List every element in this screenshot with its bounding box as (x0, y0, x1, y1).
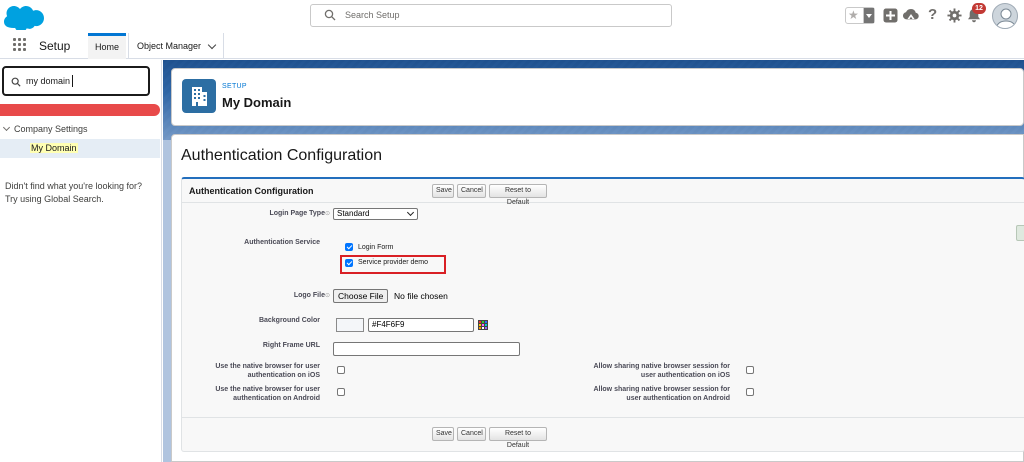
help-icon[interactable]: ⊙ (325, 211, 330, 217)
section-title: Authentication Configuration (181, 147, 383, 164)
redacted-bar (0, 104, 160, 116)
tree-node-label: My Domain (30, 143, 78, 153)
native-browser-ios-label-line-1: Use the native browser for user (215, 363, 320, 370)
setup-gear-icon[interactable] (947, 8, 962, 23)
share-session-android-label: Allow sharing native browser session for… (567, 385, 730, 403)
tab-object-manager-label: Object Manager (137, 41, 202, 51)
app-launcher-icon[interactable] (13, 38, 27, 52)
share-session-ios-checkbox[interactable] (746, 366, 754, 374)
tree-node-company-settings[interactable]: Company Settings (0, 122, 160, 138)
share-session-android-label-line-2: user authentication on Android (626, 395, 730, 402)
share-session-ios-label-line-2: user authentication on iOS (640, 372, 730, 379)
choose-file-button[interactable]: Choose File (333, 289, 389, 303)
right-frame-url-input[interactable] (333, 342, 520, 356)
avatar[interactable] (992, 3, 1018, 29)
native-browser-android-label-line-1: Use the native browser for user (215, 386, 320, 393)
auth-service-label: Authentication Service (244, 239, 320, 246)
help-icon[interactable]: ⊙ (325, 293, 330, 299)
page-title: My Domain (222, 95, 292, 110)
auth-config-block: Authentication Configuration Save Cancel… (181, 177, 1024, 452)
reset-to-default-button[interactable]: Reset to Default (489, 184, 547, 206)
not-found-hint: Didn't find what you're looking for? Try… (5, 180, 155, 206)
native-browser-ios-label: Use the native browser for user authenti… (192, 362, 320, 380)
not-found-line-1: Didn't find what you're looking for? (5, 181, 143, 191)
favorites-dropdown-icon[interactable] (863, 8, 874, 23)
page-eyebrow: SETUP (222, 83, 247, 90)
notification-count-badge: 12 (972, 3, 986, 14)
share-session-android-checkbox[interactable] (746, 388, 754, 396)
global-search[interactable]: Search Setup (310, 4, 672, 27)
cancel-button[interactable]: Cancel (457, 184, 486, 198)
native-browser-android-label: Use the native browser for user authenti… (192, 385, 320, 403)
login-form-checkbox[interactable] (345, 243, 353, 251)
setup-sidebar: my domain Company Settings My Domain Did… (0, 60, 162, 462)
chevron-down-icon[interactable] (207, 40, 217, 50)
help-icon[interactable]: ? (928, 6, 937, 23)
login-page-type-label: Login Page Type⊙ (242, 209, 330, 219)
color-swatch (336, 318, 364, 332)
chevron-down-icon[interactable] (2, 123, 11, 132)
login-page-type-select[interactable]: Standard (333, 208, 418, 220)
native-browser-ios-checkbox[interactable] (337, 366, 345, 374)
trailhead-icon[interactable] (903, 8, 919, 23)
block-title: Authentication Configuration (189, 186, 314, 196)
divider (182, 417, 1024, 418)
app-name: Setup (39, 39, 71, 53)
color-picker-icon[interactable] (478, 320, 488, 330)
save-button[interactable]: Save (432, 184, 454, 198)
tree-node-my-domain[interactable]: My Domain (0, 139, 160, 158)
main-content: SETUP My Domain Authentication Configura… (163, 60, 1024, 462)
reset-to-default-button-bottom[interactable]: Reset to Default (489, 427, 547, 449)
share-session-android-label-line-1: Allow sharing native browser session for (593, 386, 730, 393)
logo-file-label: Logo File⊙ (242, 291, 330, 301)
right-frame-url-label: Right Frame URL (262, 342, 320, 349)
search-icon (324, 9, 336, 21)
salesforce-cloud-icon[interactable] (4, 4, 44, 30)
native-browser-ios-label-line-2: authentication on iOS (247, 372, 320, 379)
native-browser-android-label-line-2: authentication on Android (233, 395, 320, 402)
quick-find-input[interactable]: my domain (2, 66, 150, 96)
cancel-button-bottom[interactable]: Cancel (457, 427, 486, 441)
logo-file-label-text: Logo File (293, 292, 325, 299)
tab-object-manager[interactable]: Object Manager (128, 33, 224, 59)
add-icon[interactable] (883, 8, 898, 23)
search-icon (11, 77, 21, 87)
block-header: Authentication Configuration Save Cancel… (182, 179, 1024, 206)
background-color-input[interactable]: #F4F6F9 (368, 318, 474, 332)
quick-find-value: my domain (26, 76, 71, 86)
favorites-star-icon: ★ (848, 8, 859, 22)
login-form-label: Login Form (358, 244, 394, 251)
service-provider-demo-label: Service provider demo (358, 259, 429, 266)
chevron-down-icon (406, 208, 415, 217)
global-header: Search Setup ★ ? 12 (0, 0, 1024, 33)
content-card: Authentication Configuration Authenticat… (171, 134, 1024, 462)
side-panel-tab[interactable] (1016, 225, 1024, 241)
tree-node-label: Company Settings (14, 124, 88, 134)
share-session-ios-label: Allow sharing native browser session for… (567, 362, 730, 380)
background-color-label: Background Color (258, 317, 320, 324)
user-avatar-icon (995, 8, 1017, 28)
login-page-type-value: Standard (337, 209, 370, 218)
save-button-bottom[interactable]: Save (432, 427, 454, 441)
building-icon (182, 79, 216, 113)
context-bar: Setup Home Object Manager (0, 33, 1024, 59)
no-file-chosen-text: No file chosen (394, 291, 448, 301)
not-found-line-2: Try using Global Search. (5, 194, 104, 204)
login-page-type-label-text: Login Page Type (269, 210, 325, 217)
tab-home[interactable]: Home (88, 33, 126, 59)
service-provider-demo-checkbox[interactable] (345, 259, 353, 267)
text-cursor (72, 75, 73, 87)
favorites-button[interactable]: ★ (845, 7, 875, 24)
native-browser-android-checkbox[interactable] (337, 388, 345, 396)
share-session-ios-label-line-1: Allow sharing native browser session for (593, 363, 730, 370)
page-header: SETUP My Domain (171, 68, 1024, 126)
search-placeholder: Search Setup (345, 10, 400, 20)
